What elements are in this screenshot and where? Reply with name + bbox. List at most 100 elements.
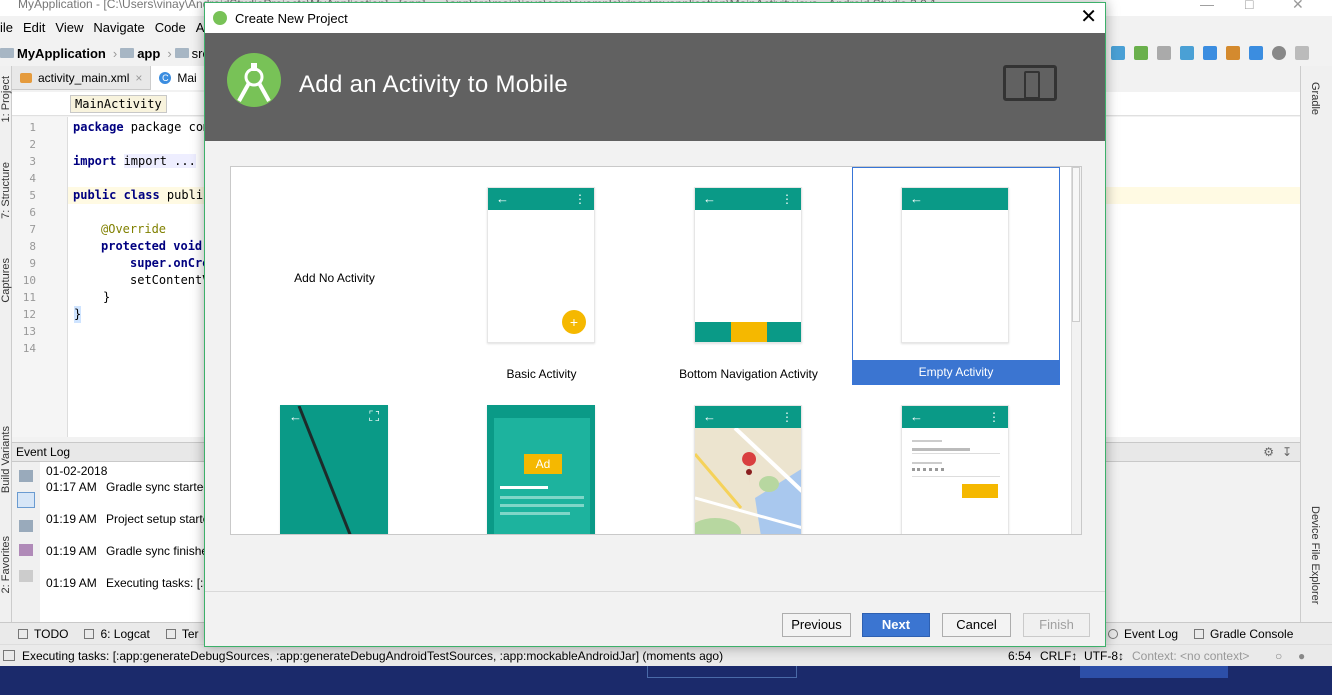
avd-manager-icon[interactable] — [1226, 46, 1240, 60]
menu-edit[interactable]: Edit — [23, 20, 45, 35]
cancel-button[interactable]: Cancel — [942, 613, 1011, 637]
menu-navigate[interactable]: Navigate — [93, 20, 144, 35]
taskbar-item[interactable] — [1080, 666, 1228, 678]
hector-icon[interactable]: ● — [1298, 645, 1305, 667]
lock-icon[interactable]: ○ — [1275, 645, 1282, 667]
event-log-icon — [1108, 628, 1118, 639]
event-log-panel: 01-02-2018 01:17 AM Gradle sync started 01… — [40, 462, 210, 622]
class-breadcrumb[interactable]: MainActivity — [70, 95, 167, 113]
form-hint-line — [912, 440, 942, 442]
tool-logcat[interactable]: 6: Logcat — [84, 627, 150, 641]
export-icon[interactable] — [19, 544, 33, 556]
tool-gradle[interactable]: Gradle — [1309, 82, 1321, 115]
minimize-icon[interactable]: — — [1200, 0, 1214, 12]
form-sign-in-button — [962, 484, 998, 498]
template-add-no-activity[interactable]: Add No Activity — [231, 167, 438, 385]
tool-build-variants[interactable]: Build Variants — [0, 426, 12, 493]
tool-gradle-console[interactable]: Gradle Console — [1194, 627, 1293, 641]
template-preview: ← ⋮ + — [487, 187, 595, 343]
balloon-icon[interactable] — [17, 492, 35, 508]
back-arrow-icon: ← — [496, 191, 509, 206]
hide-icon[interactable]: ↧ — [1282, 443, 1292, 461]
file-encoding[interactable]: UTF-8↕ — [1084, 645, 1124, 667]
ide-toolbar-right — [1105, 42, 1332, 64]
todo-icon — [18, 628, 28, 639]
breadcrumb-app-label: app — [137, 45, 161, 61]
settings-icon[interactable]: ⚙ — [1263, 443, 1274, 461]
fab-add-icon: + — [562, 310, 586, 334]
event-time: 01:17 AM — [46, 480, 97, 494]
tab-main-activity[interactable]: C Mai — [151, 65, 206, 90]
event-log-toolbar — [12, 462, 40, 622]
scroll-to-end-icon[interactable] — [19, 520, 33, 532]
clear-icon[interactable] — [19, 570, 33, 582]
folder-icon — [174, 48, 189, 58]
tool-captures[interactable]: Captures — [0, 258, 12, 303]
context-indicator: Context: <no context> — [1132, 649, 1250, 663]
line-number: 4 — [29, 172, 36, 185]
debug-icon[interactable] — [1134, 46, 1148, 60]
line-gutter: 1 2 3 4 5 6 7 8 9 10 11 12 13 14 — [12, 117, 68, 437]
template-fullscreen-activity[interactable]: ← ⛶ — [231, 385, 438, 534]
close-icon[interactable]: ✕ — [1080, 7, 1097, 27]
user-icon[interactable] — [1295, 46, 1309, 60]
line-number: 13 — [22, 325, 36, 338]
app-bar: ← ⋮ — [488, 188, 594, 210]
event-log-row: 01:19 AM Gradle sync finishe — [46, 544, 208, 558]
previous-button[interactable]: Previous — [782, 613, 851, 637]
gallery-scrollbar[interactable] — [1071, 167, 1081, 534]
menu-code[interactable]: Code — [155, 20, 186, 35]
back-arrow-icon: ← — [703, 191, 716, 206]
caret-position[interactable]: 6:54 — [1008, 645, 1031, 667]
breadcrumb-app[interactable]: app — [120, 46, 160, 61]
tool-project[interactable]: 1: Project — [0, 76, 12, 122]
line-separator[interactable]: CRLF↕ — [1040, 645, 1077, 667]
line-number: 10 — [22, 274, 36, 287]
tool-structure[interactable]: 7: Structure — [0, 162, 12, 219]
tool-windows-icon[interactable] — [3, 650, 15, 661]
sync-icon[interactable] — [1180, 46, 1194, 60]
tool-todo[interactable]: TODO — [18, 627, 68, 641]
event-message[interactable]: Gradle sync started — [106, 480, 210, 494]
breadcrumb-project[interactable]: MyApplication — [0, 46, 106, 61]
menu-file[interactable]: ile — [0, 20, 13, 35]
taskbar-item[interactable] — [647, 666, 797, 678]
template-ads-activity[interactable]: Ad — [438, 385, 645, 534]
event-message[interactable]: Executing tasks: [:a — [106, 576, 210, 590]
event-message[interactable]: Project setup starte — [106, 512, 209, 526]
tool-device-file-explorer[interactable]: Device File Explorer — [1309, 506, 1321, 604]
search-icon[interactable] — [1272, 46, 1286, 60]
code-line-9: protected void — [101, 238, 202, 255]
tool-favorites[interactable]: 2: Favorites — [0, 536, 12, 593]
tab-activity-main-xml[interactable]: activity_main.xml × — [12, 65, 152, 90]
finish-button[interactable]: Finish — [1023, 613, 1090, 637]
next-button[interactable]: Next — [862, 613, 930, 637]
line-number: 8 — [29, 240, 36, 253]
profiler-icon[interactable] — [1111, 46, 1125, 60]
project-structure-icon[interactable] — [1249, 46, 1263, 60]
sdk-manager-icon[interactable] — [1203, 46, 1217, 60]
template-bottom-navigation-activity[interactable]: ← ⋮ Bottom Navigation Activity — [645, 167, 852, 385]
menu-view[interactable]: View — [55, 20, 83, 35]
tool-event-log[interactable]: Event Log — [1108, 627, 1178, 641]
back-arrow-icon: ← — [910, 191, 923, 206]
wrench-icon[interactable] — [19, 470, 33, 482]
close-tab-icon[interactable]: × — [135, 71, 142, 85]
template-basic-activity[interactable]: ← ⋮ + Basic Activity — [438, 167, 645, 385]
right-tool-strip: Gradle Device File Explorer — [1300, 66, 1332, 622]
form-field-underline — [912, 453, 1000, 454]
gallery-scroll-thumb[interactable] — [1072, 167, 1080, 322]
code-line-11: setContentV — [130, 273, 210, 287]
event-message[interactable]: Gradle sync finishe — [106, 544, 208, 558]
overflow-menu-icon: ⋮ — [574, 192, 586, 206]
app-bar: ← ⋮ — [695, 406, 801, 428]
maximize-icon[interactable]: □ — [1245, 0, 1253, 12]
class-icon: C — [159, 71, 172, 84]
template-login-activity[interactable]: ← ⋮ — [852, 385, 1059, 534]
tool-terminal[interactable]: Ter — [165, 627, 199, 641]
overflow-menu-icon: ⋮ — [781, 192, 793, 206]
stop-icon[interactable] — [1157, 46, 1171, 60]
template-maps-activity[interactable]: ← ⋮ — [645, 385, 852, 534]
template-empty-activity[interactable]: ← Empty Activity — [852, 167, 1060, 385]
close-window-icon[interactable]: ✕ — [1292, 0, 1304, 13]
